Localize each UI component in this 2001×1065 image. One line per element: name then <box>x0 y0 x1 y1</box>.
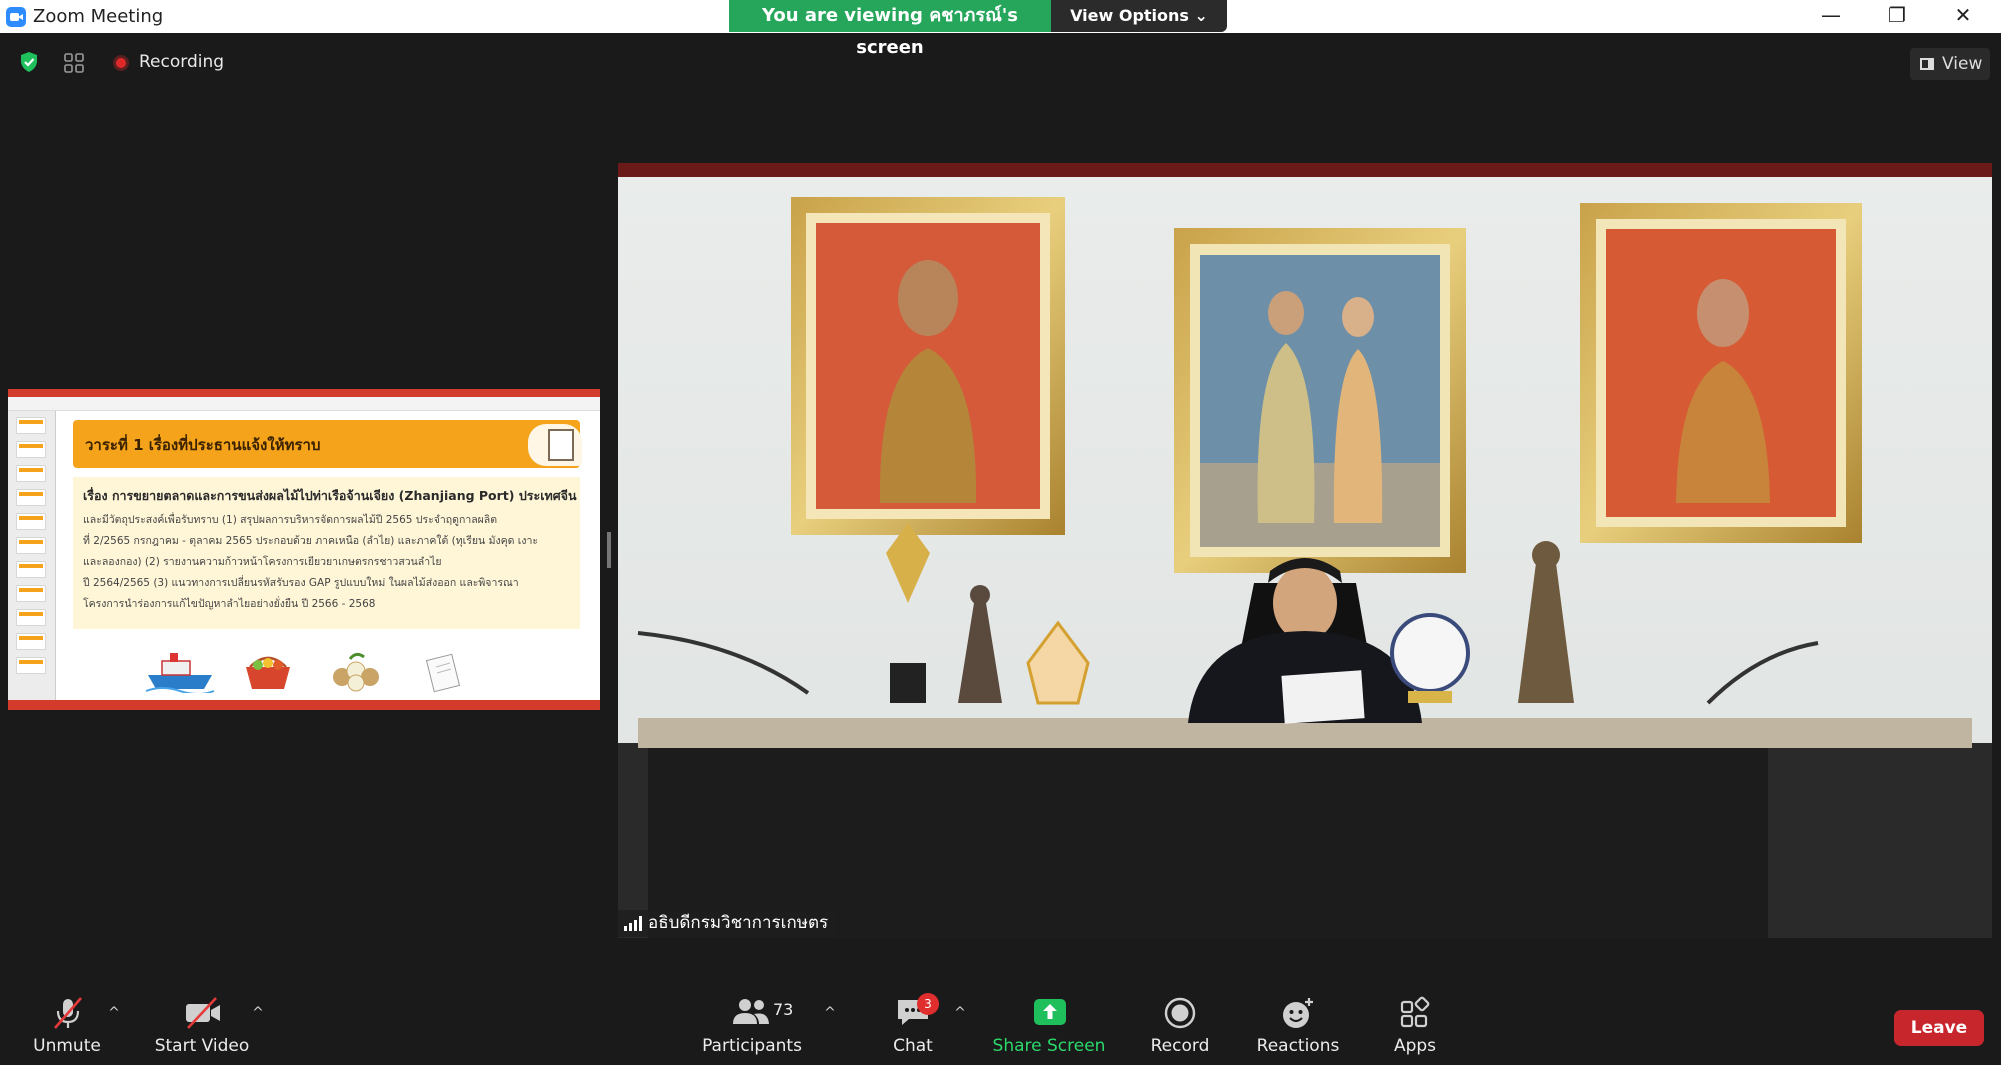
framed-portrait-center <box>1174 228 1466 573</box>
slide-text-line: และลองกอง) (2) รายงานความก้าวหน้าโครงการ… <box>83 556 442 568</box>
view-layout-icon <box>1920 58 1934 70</box>
chat-label: Chat <box>893 1036 933 1056</box>
apps-button[interactable]: Apps <box>1380 992 1450 1062</box>
video-frame <box>618 163 1992 938</box>
slide-thumbnail <box>16 561 46 578</box>
window-title: Zoom Meeting <box>33 6 164 27</box>
slide-thumbnail-panel <box>8 411 56 700</box>
apps-icon <box>1400 996 1430 1028</box>
slide-thumbnail <box>16 633 46 650</box>
view-label: View <box>1942 54 1983 74</box>
viewing-screen-banner: You are viewing คชาภรณ์'s screen <box>729 0 1051 58</box>
restore-window-button[interactable]: ❐ <box>1872 0 1922 32</box>
start-video-label: Start Video <box>154 1036 250 1056</box>
slide-title: วาระที่ 1 เรื่องที่ประธานแจ้งให้ทราบ <box>85 436 321 454</box>
slide-thumbnail <box>16 609 46 626</box>
share-screen-label: Share Screen <box>992 1036 1106 1056</box>
reactions-label: Reactions <box>1256 1036 1340 1056</box>
recording-label[interactable]: Recording <box>139 52 224 72</box>
start-video-button[interactable]: Start Video <box>152 992 252 1062</box>
participants-label: Participants <box>702 1036 802 1056</box>
close-window-button[interactable]: ✕ <box>1938 0 1988 32</box>
participants-icon <box>733 999 769 1024</box>
shared-app-title-bar <box>8 389 600 397</box>
longan-fruit-icon <box>333 652 379 692</box>
unread-chat-badge: 3 <box>917 993 939 1015</box>
record-icon <box>1164 997 1196 1029</box>
view-options-button[interactable]: View Options ⌄ <box>1051 0 1227 32</box>
shared-app-ribbon <box>8 397 600 411</box>
slide-text-line: ที่ 2/2565 กรกฎาคม - ตุลาคม 2565 ประกอบด… <box>83 535 539 547</box>
record-label: Record <box>1150 1036 1210 1056</box>
record-button[interactable]: Record <box>1142 992 1218 1062</box>
reactions-smiley-icon <box>1283 998 1313 1028</box>
minimize-window-button[interactable]: — <box>1806 0 1856 32</box>
framed-portrait-left <box>791 197 1065 535</box>
slide-text-line: และมีวัตถุประสงค์เพื่อรับทราบ (1) สรุปผล… <box>83 514 498 526</box>
signal-strength-icon <box>624 916 642 931</box>
slide-text-line: โครงการนำร่องการแก้ไขปัญหาลำไยอย่างยั่งย… <box>83 598 376 610</box>
shared-screen-thumbnail[interactable]: วาระที่ 1 เรื่องที่ประธานแจ้งให้ทราบ เรื… <box>8 389 600 710</box>
panel-resize-handle[interactable] <box>607 532 611 568</box>
meeting-info-grid-icon[interactable] <box>63 52 85 74</box>
audio-options-caret-icon[interactable]: ^ <box>106 1005 122 1021</box>
framed-portrait-right <box>1580 203 1862 543</box>
shared-app-status-bar <box>8 700 600 710</box>
document-paper-icon <box>425 653 461 693</box>
speaker-video <box>618 163 1992 938</box>
video-options-caret-icon[interactable]: ^ <box>250 1005 266 1021</box>
slide-header: วาระที่ 1 เรื่องที่ประธานแจ้งให้ทราบ <box>73 420 582 468</box>
cargo-ship-icon <box>145 653 215 693</box>
recording-indicator-icon <box>113 55 129 71</box>
participant-count: 73 <box>773 1000 794 1019</box>
slide-thumbnail <box>16 465 46 482</box>
participants-options-caret-icon[interactable]: ^ <box>822 1005 838 1021</box>
slide-thumbnail <box>16 513 46 530</box>
share-screen-icon <box>1034 999 1066 1025</box>
slide-subject: เรื่อง การขยายตลาดและการขนส่งผลไม้ไปท่าเ… <box>83 488 577 503</box>
unmute-label: Unmute <box>33 1036 101 1056</box>
document-icon <box>528 424 582 466</box>
muted-microphone-icon <box>54 997 82 1029</box>
speaker-name: อธิบดีกรมวิชาการเกษตร <box>648 913 829 933</box>
speaker-name-tag: อธิบดีกรมวิชาการเกษตร <box>618 910 837 937</box>
slide-thumbnail <box>16 585 46 602</box>
window-title-bar: Zoom Meeting You are viewing คชาภรณ์'s s… <box>0 0 2001 58</box>
fruit-basket-icon <box>246 656 290 689</box>
chat-options-caret-icon[interactable]: ^ <box>952 1005 968 1021</box>
slide-body: เรื่อง การขยายตลาดและการขนส่งผลไม้ไปท่าเ… <box>73 477 580 629</box>
zoom-app-icon <box>6 7 26 27</box>
slide-thumbnail <box>16 489 46 506</box>
leave-meeting-button[interactable]: Leave <box>1894 1010 1984 1046</box>
slide-thumbnail <box>16 657 46 674</box>
current-slide: วาระที่ 1 เรื่องที่ประธานแจ้งให้ทราบ เรื… <box>64 411 590 700</box>
view-layout-button[interactable]: View <box>1910 48 1990 80</box>
video-off-icon <box>186 997 220 1029</box>
reactions-button[interactable]: Reactions <box>1254 992 1342 1062</box>
unmute-button[interactable]: Unmute <box>24 992 110 1062</box>
slide-text-line: ปี 2564/2565 (3) แนวทางการเปลี่ยนรหัสรับ… <box>83 577 519 589</box>
slide-thumbnail <box>16 441 46 458</box>
apps-label: Apps <box>1393 1036 1437 1056</box>
slide-thumbnail <box>16 537 46 554</box>
slide-thumbnail <box>16 417 46 434</box>
share-screen-button[interactable]: Share Screen <box>992 992 1106 1062</box>
security-shield-icon[interactable] <box>19 51 39 73</box>
